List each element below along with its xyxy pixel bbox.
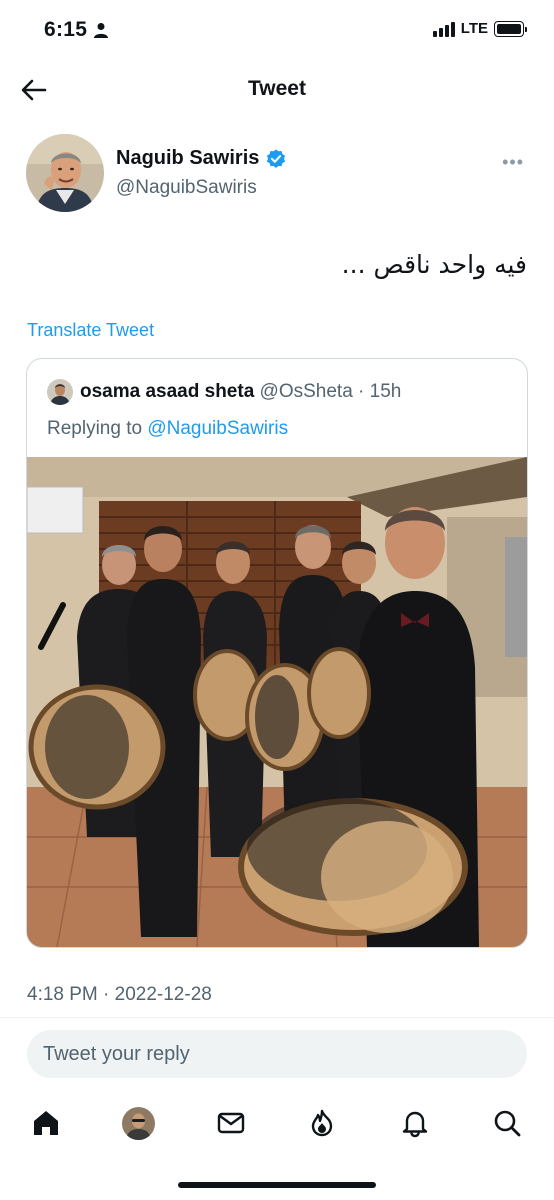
replying-to-label: Replying to [47, 418, 143, 439]
quoted-tweet-card[interactable]: osama asaad sheta @OsSheta · 15h Replyin… [26, 358, 528, 948]
nav-header: Tweet [0, 62, 554, 118]
search-icon[interactable] [487, 1103, 527, 1143]
more-options-button[interactable]: ••• [502, 152, 524, 173]
quoted-tweet-time: · 15h [358, 381, 402, 402]
bottom-tab-bar [0, 1098, 554, 1148]
status-indicators: LTE [432, 20, 527, 37]
messages-icon[interactable] [211, 1103, 251, 1143]
replying-to-handle[interactable]: @NaguibSawiris [147, 418, 288, 439]
status-time: 6:15 [44, 18, 88, 41]
author-name[interactable]: Naguib Sawiris [116, 147, 259, 170]
signal-icon [432, 21, 455, 37]
tweet-text: فيه واحد ناقص ... [341, 250, 527, 279]
reply-input[interactable] [27, 1030, 527, 1078]
replying-to-line: Replying to @NaguibSawiris [47, 418, 288, 440]
page-title: Tweet [248, 77, 306, 100]
home-icon[interactable] [26, 1103, 66, 1143]
author-avatar[interactable] [26, 134, 104, 212]
translate-tweet-link[interactable]: Translate Tweet [27, 320, 154, 341]
spaces-icon[interactable] [302, 1103, 342, 1143]
person-icon [94, 23, 108, 38]
divider [0, 1017, 554, 1018]
verified-badge-icon [267, 148, 286, 168]
profile-avatar[interactable] [118, 1103, 158, 1143]
network-label: LTE [460, 20, 488, 37]
quoted-author-avatar [47, 379, 73, 405]
author-handle[interactable]: @NaguibSawiris [116, 177, 257, 199]
status-bar: 6:15 LTE [0, 0, 554, 62]
battery-icon [494, 20, 527, 37]
notifications-icon[interactable] [395, 1103, 435, 1143]
author-name-row: Naguib Sawiris [116, 147, 287, 170]
home-indicator[interactable] [178, 1182, 376, 1188]
quoted-tweet-meta: osama asaad sheta @OsSheta · 15h [80, 381, 401, 403]
quoted-author-handle: @OsSheta [259, 381, 353, 402]
quoted-author-name: osama asaad sheta [80, 381, 255, 402]
tweet-header: Naguib Sawiris @NaguibSawiris ••• [26, 134, 528, 214]
quoted-tweet-photo[interactable] [27, 457, 527, 947]
tweet-timestamp: 4:18 PM · 2022-12-28 [27, 984, 212, 1005]
